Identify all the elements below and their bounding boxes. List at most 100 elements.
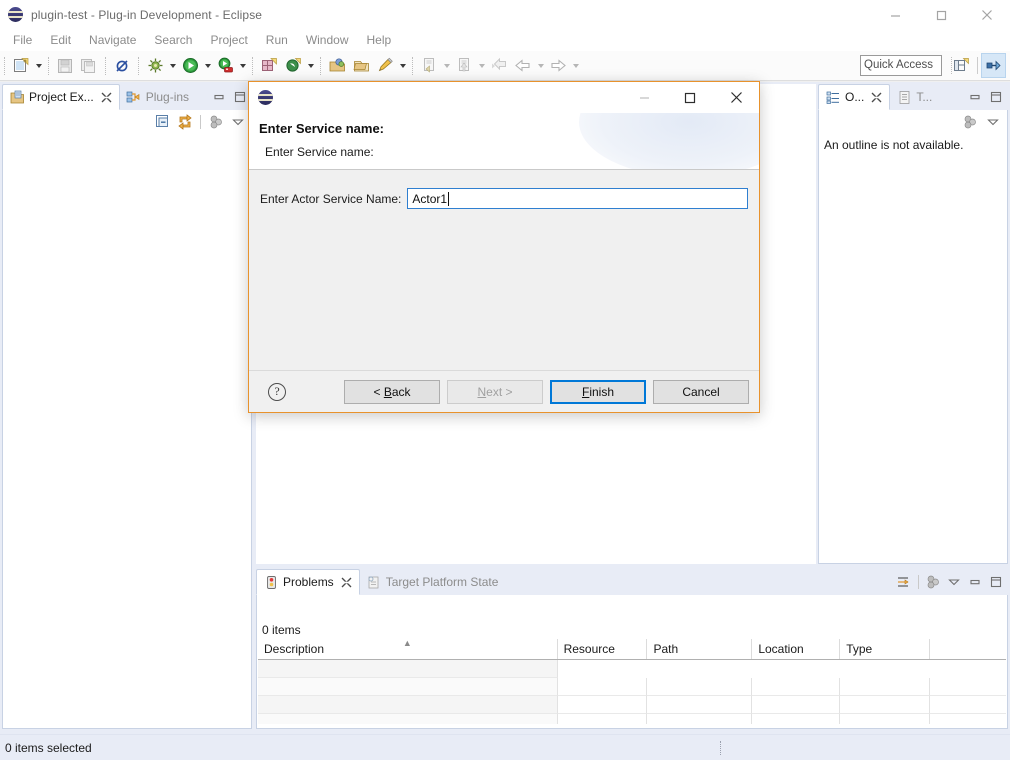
filters-icon[interactable] [894,572,914,592]
back-button[interactable]: < Back [344,380,440,404]
problems-tab-row: Problems Target Platform State [256,569,1008,595]
column-header-type[interactable]: Type [840,639,931,659]
chevron-down-icon[interactable] [944,572,964,592]
debug-dropdown-icon[interactable] [167,55,178,77]
run-green-play-icon[interactable] [179,55,201,77]
chevron-down-icon[interactable] [983,112,1003,132]
column-header-resource[interactable]: Resource [558,639,648,659]
open-perspective-icon[interactable] [949,53,974,78]
outline-view: O... T... An outline is not available. [818,84,1008,564]
minimize-view-button[interactable] [965,572,985,592]
save-icon [54,55,76,77]
finish-button[interactable]: Finish [550,380,646,404]
problems-toolbar [894,570,1006,594]
column-header-description[interactable]: Description ▲ [258,639,558,659]
menu-help[interactable]: Help [358,30,401,51]
title-bar: plugin-test - Plug-in Development - Ecli… [0,0,1010,30]
menu-navigate[interactable]: Navigate [80,30,145,51]
close-button[interactable] [964,0,1010,30]
tab-target-platform-state[interactable]: Target Platform State [360,569,505,595]
explorer-tree[interactable] [3,134,251,728]
tab-label: T... [916,90,933,104]
tab-task-list[interactable]: T... [890,84,938,110]
minimize-button[interactable] [872,0,918,30]
menu-run[interactable]: Run [257,30,297,51]
java-new-icon[interactable] [282,55,304,77]
plugins-view-icon [126,89,142,105]
minimize-view-button[interactable] [965,87,985,107]
table-row[interactable] [258,660,1006,678]
menu-edit[interactable]: Edit [41,30,80,51]
problems-table[interactable]: Description ▲ Resource Path Location Typ… [258,639,1006,724]
column-header-extra[interactable] [930,639,1006,659]
toolbar-separator [138,56,139,75]
view-menu-icon[interactable] [960,112,980,132]
menu-bar: File Edit Navigate Search Project Run Wi… [0,30,1010,51]
run-dropdown-icon[interactable] [202,55,213,77]
new-wizard-dropdown-icon[interactable] [33,55,44,77]
dialog-banner: Enter Service name: Enter Service name: [249,113,759,170]
toolbar-separator [4,56,5,75]
status-bar-grip[interactable] [720,741,721,755]
tab-plugins[interactable]: Plug-ins [120,84,195,110]
project-explorer-icon [9,89,25,105]
previous-annotation-icon [453,55,475,77]
outline-toolbar [819,110,1007,134]
link-editor-icon[interactable] [175,112,195,132]
project-explorer-view: Project Ex... Plug-ins [2,84,252,729]
close-icon[interactable] [340,576,353,589]
column-header-location[interactable]: Location [752,639,841,659]
plugin-project-icon[interactable] [258,55,280,77]
save-all-icon [78,55,100,77]
explorer-toolbar [3,110,251,134]
breakpoint-skip-icon[interactable] [111,55,133,77]
view-menu-icon[interactable] [923,572,943,592]
collapse-all-icon[interactable] [153,112,173,132]
tab-outline[interactable]: O... [818,84,891,110]
maximize-view-button[interactable] [986,572,1006,592]
cancel-button[interactable]: Cancel [653,380,749,404]
tab-project-explorer[interactable]: Project Ex... [2,84,120,110]
java-new-dropdown-icon[interactable] [305,55,316,77]
dialog-maximize-button[interactable] [667,82,713,113]
chevron-down-icon[interactable] [228,112,248,132]
maximize-view-button[interactable] [230,87,250,107]
pencil-search-icon[interactable] [374,55,396,77]
dialog-close-button[interactable] [713,82,759,113]
external-tools-dropdown-icon[interactable] [237,55,248,77]
help-icon[interactable]: ? [268,383,286,401]
open-folder-icon[interactable] [350,55,372,77]
service-name-input[interactable]: Actor1 [407,188,748,209]
dialog-minimize-button [621,82,667,113]
table-row[interactable] [258,678,1006,696]
search-dropdown-icon[interactable] [397,55,408,77]
new-document-icon[interactable] [10,55,32,77]
menu-project[interactable]: Project [201,30,256,51]
external-tools-icon[interactable] [214,55,236,77]
dialog-subheading: Enter Service name: [265,145,374,159]
menu-window[interactable]: Window [297,30,358,51]
close-icon[interactable] [870,91,883,104]
menu-search[interactable]: Search [145,30,201,51]
toolbar-separator [412,56,413,75]
debug-bug-icon[interactable] [144,55,166,77]
service-name-value: Actor1 [412,191,448,206]
eclipse-workbench-window: plugin-test - Plug-in Development - Ecli… [0,0,1010,760]
problems-table-header: Description ▲ Resource Path Location Typ… [258,639,1006,660]
menu-file[interactable]: File [4,30,41,51]
tab-problems[interactable]: Problems [256,569,360,595]
table-row[interactable] [258,696,1006,714]
column-header-path[interactable]: Path [647,639,753,659]
maximize-view-button[interactable] [986,87,1006,107]
open-type-icon[interactable] [326,55,348,77]
view-menu-icon[interactable] [206,112,226,132]
next-annotation-dropdown-icon [441,55,452,77]
problems-table-body [258,660,1006,724]
plugin-dev-perspective-icon[interactable] [981,53,1006,78]
table-row[interactable] [258,714,1006,724]
arrow-right-icon [547,55,569,77]
quick-access-input[interactable]: Quick Access [860,55,942,76]
minimize-view-button[interactable] [209,87,229,107]
close-icon[interactable] [100,91,113,104]
maximize-button[interactable] [918,0,964,30]
